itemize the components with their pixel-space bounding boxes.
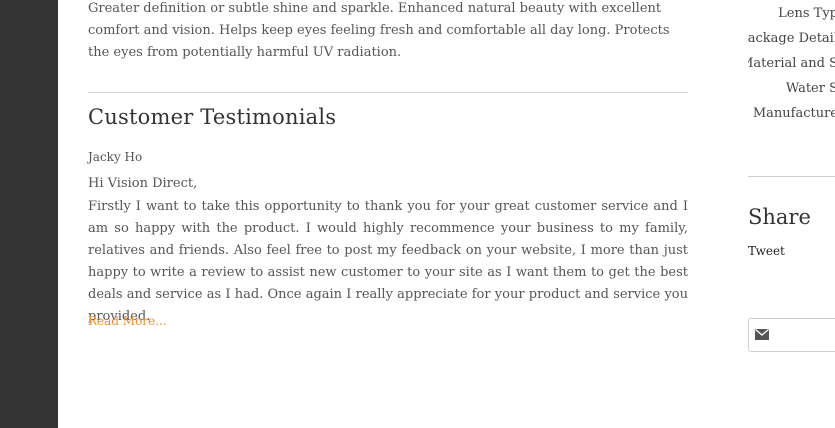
sidebar-divider [748,176,835,177]
tweet-button[interactable]: Tweet [748,244,785,258]
spec-item-water: Water S [785,81,835,96]
share-title: Share [748,205,811,229]
spec-item-lens-type: Lens Typ [778,6,835,21]
left-rail [0,0,58,428]
spec-item-package-details: Package Detail [748,31,835,46]
email-share-input[interactable] [748,318,835,352]
spec-item-manufacturer: Manufacture [752,106,835,121]
sidebar: Lens Typ Package Detail Material and S W… [748,0,835,428]
section-title: Customer Testimonials [88,105,337,129]
testimonial-body: Firstly I want to take this opportunity … [88,199,688,324]
read-more-link[interactable]: Read More... [88,314,167,328]
product-description: Greater definition or subtle shine and s… [88,1,670,60]
envelope-icon [755,329,769,340]
testimonial-author: Jacky Ho [88,150,143,164]
section-divider [88,92,688,93]
spec-item-material: Material and S [748,56,835,71]
testimonial-greeting: Hi Vision Direct, [88,176,198,191]
